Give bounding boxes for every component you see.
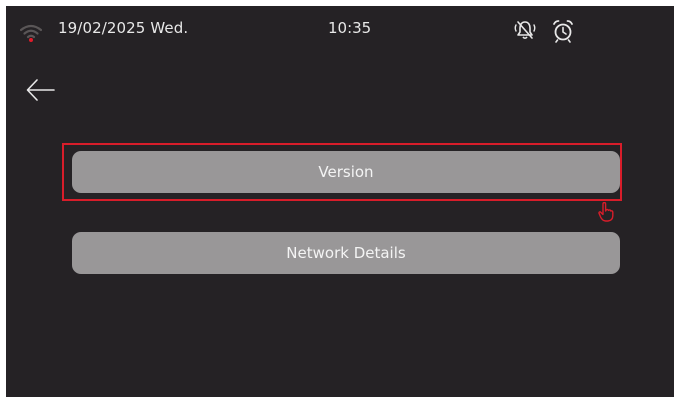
network-details-button[interactable]: Network Details bbox=[72, 232, 620, 274]
hand-pointer-icon bbox=[598, 201, 614, 222]
status-date: 19/02/2025 Wed. bbox=[58, 19, 189, 37]
wifi-icon bbox=[19, 24, 43, 42]
status-time: 10:35 bbox=[328, 19, 372, 37]
version-button[interactable]: Version bbox=[72, 151, 620, 193]
arrow-left-icon bbox=[26, 79, 55, 101]
back-button[interactable] bbox=[24, 76, 58, 104]
alarm-clock-icon bbox=[552, 19, 574, 43]
bell-muted-icon bbox=[513, 20, 537, 42]
status-bar: 19/02/2025 Wed. 10:35 bbox=[6, 6, 674, 54]
settings-screen: 19/02/2025 Wed. 10:35 Version Network De… bbox=[6, 6, 674, 397]
